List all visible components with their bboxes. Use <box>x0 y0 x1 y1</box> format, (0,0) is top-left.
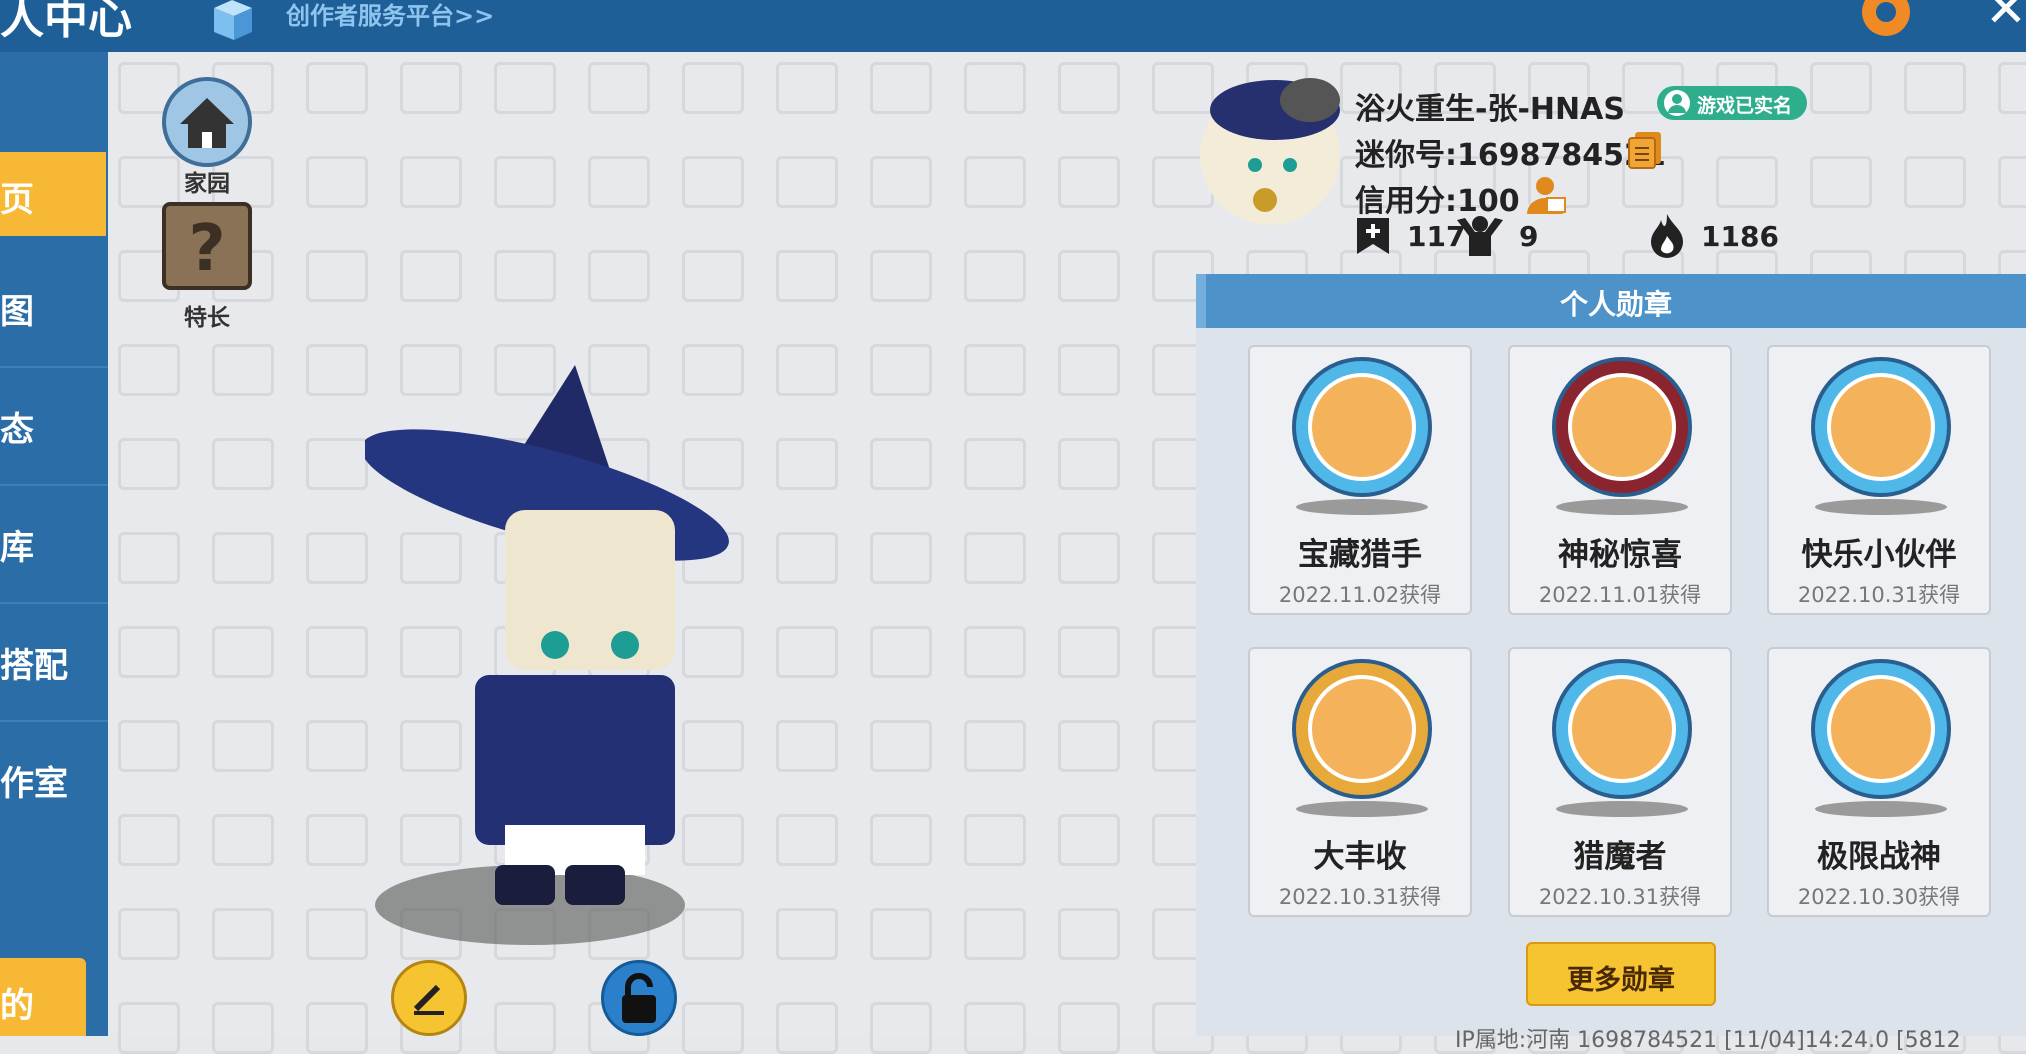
question-box-icon: ? <box>162 202 252 290</box>
profile-avatar[interactable] <box>1195 70 1345 230</box>
medal-card[interactable]: 快乐小伙伴 2022.10.31获得 <box>1767 345 1991 615</box>
verified-user-icon <box>1664 90 1690 116</box>
cube-logo-icon <box>210 0 256 40</box>
svg-text:?: ? <box>188 212 225 286</box>
medal-card[interactable]: 神秘惊喜 2022.11.01获得 <box>1508 345 1732 615</box>
medal-icon <box>1811 357 1951 515</box>
house-icon <box>162 77 252 167</box>
lock-icon <box>622 973 656 1023</box>
verified-badge: 游戏已实名 <box>1657 86 1807 120</box>
medal-panel-header: 个人勋章 <box>1196 274 2026 328</box>
copy-icon[interactable] <box>1627 130 1663 170</box>
credit-user-icon[interactable] <box>1525 174 1567 216</box>
pencil-icon <box>413 984 444 1015</box>
stat-fans: 9 <box>1519 220 1539 253</box>
medal-date: 2022.11.02获得 <box>1278 583 1442 607</box>
nav-bottom-label: 的 <box>0 986 34 1026</box>
medal-name: 大丰收 <box>1313 839 1407 875</box>
medal-name: 极限战神 <box>1817 839 1941 875</box>
nav-bottom-button[interactable]: 的 <box>0 958 86 1036</box>
specialty-label: 特长 <box>184 305 230 331</box>
gear-icon[interactable] <box>1856 0 1916 46</box>
medal-card[interactable]: 大丰收 2022.10.31获得 <box>1248 647 1472 917</box>
medal-card[interactable]: 极限战神 2022.10.30获得 <box>1767 647 1991 917</box>
player-name: 浴火重生-张-HNAS <box>1355 92 1625 127</box>
bookmark-plus-icon <box>1357 218 1389 254</box>
medal-date: 2022.10.31获得 <box>1538 885 1702 909</box>
left-nav: 页 图 态 库 搭配 作室 <box>0 52 108 1036</box>
medal-icon <box>1292 357 1432 515</box>
medal-card[interactable]: 宝藏猎手 2022.11.02获得 <box>1248 345 1472 615</box>
medal-panel-title: 个人勋章 <box>1559 288 1672 321</box>
medal-card[interactable]: 猎魔者 2022.10.31获得 <box>1508 647 1732 917</box>
nav-item-feed[interactable]: 态 <box>0 366 108 486</box>
nav-label: 作室 <box>0 764 68 804</box>
nav-item-outfit[interactable]: 搭配 <box>0 602 108 722</box>
medal-name: 神秘惊喜 <box>1558 537 1682 573</box>
medal-date: 2022.11.01获得 <box>1538 583 1702 607</box>
nav-item-home[interactable]: 页 <box>0 152 106 236</box>
medal-date: 2022.10.30获得 <box>1797 885 1961 909</box>
nav-label: 库 <box>0 528 34 568</box>
medal-icon <box>1811 659 1951 817</box>
player-avatar <box>361 355 730 955</box>
fire-icon <box>1651 214 1683 258</box>
medal-icon <box>1552 357 1692 515</box>
medal-icon <box>1292 659 1432 817</box>
stat-popularity: 1186 <box>1701 220 1779 253</box>
more-medals-button[interactable]: 更多勋章 <box>1526 942 1716 1006</box>
medal-name: 宝藏猎手 <box>1298 537 1422 573</box>
nav-label: 页 <box>0 180 34 220</box>
lock-button[interactable] <box>601 960 677 1036</box>
nav-label: 态 <box>0 410 34 450</box>
nav-label: 搭配 <box>0 646 68 686</box>
medal-name: 快乐小伙伴 <box>1801 537 1957 573</box>
footer-info: IP属地:河南 1698784521 [11/04]14:24.0 [5812 <box>1455 1028 1961 1053</box>
medal-date: 2022.10.31获得 <box>1797 583 1961 607</box>
nav-item-map[interactable]: 图 <box>0 248 108 368</box>
medal-name: 猎魔者 <box>1573 839 1667 875</box>
medal-date: 2022.10.31获得 <box>1278 885 1442 909</box>
nav-label: 图 <box>0 292 34 332</box>
mini-id: 迷你号:1698784521 <box>1355 138 1666 173</box>
nav-item-studio[interactable]: 作室 <box>0 720 108 838</box>
edit-button[interactable] <box>391 960 467 1036</box>
home-button[interactable]: 家园 <box>160 76 254 197</box>
creator-platform-link[interactable]: 创作者服务平台>> <box>286 0 494 31</box>
fans-icon <box>1457 216 1503 256</box>
specialty-button[interactable]: ? 特长 <box>162 202 252 331</box>
page-title: 人中心 <box>0 0 132 44</box>
medal-icon <box>1552 659 1692 817</box>
top-bar: 人中心 创作者服务平台>> ✕ <box>0 0 2026 52</box>
nav-item-storage[interactable]: 库 <box>0 484 108 604</box>
verified-label: 游戏已实名 <box>1697 95 1793 117</box>
home-label: 家园 <box>184 171 230 197</box>
close-icon[interactable]: ✕ <box>1985 0 2026 38</box>
more-medals-label: 更多勋章 <box>1567 965 1675 996</box>
